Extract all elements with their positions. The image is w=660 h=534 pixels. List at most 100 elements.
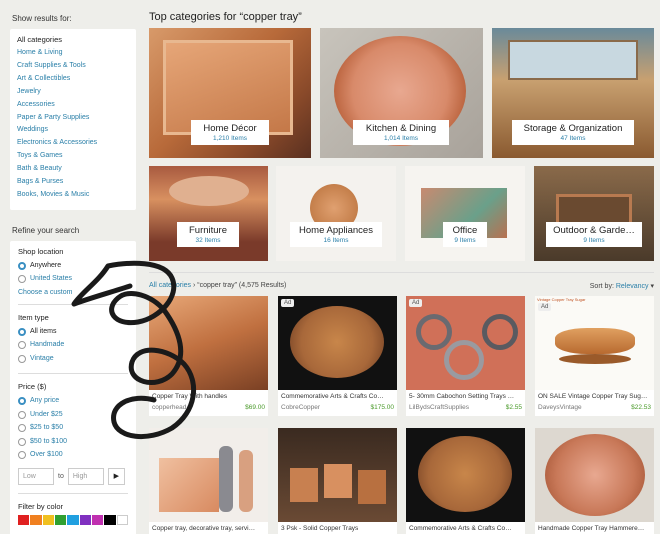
radio[interactable] [18,410,26,419]
listing-image[interactable] [535,428,654,522]
price-high-input[interactable]: High [67,467,104,485]
listing-title[interactable]: Commemorative Arts & Crafts Co… [281,393,394,400]
result-count: (4,575 Results) [238,282,287,289]
tile-count: 32 Items [195,237,221,244]
category-item[interactable]: Home & Living [17,47,129,60]
tile-label: Kitchen & Dining 1,014 Items [353,120,449,145]
divider [149,272,654,273]
category-item[interactable]: Jewelry [17,86,129,99]
chevron-down-icon[interactable]: ▾ [650,283,654,290]
listing-shop[interactable]: CobreCopper [281,404,320,411]
listing-title[interactable]: 5- 30mm Cabochon Setting Trays … [409,393,522,400]
radio-label: Any price [30,397,60,405]
radio-selected[interactable] [18,397,26,406]
listing-shop[interactable]: DaveysVintage [538,404,582,411]
color-swatch-white[interactable] [116,514,129,525]
category-item[interactable]: Art & Collectibles [17,73,129,86]
color-swatches [18,514,129,525]
listing-title[interactable]: Handmade Copper Tray Hammere… [538,525,651,532]
listing-title[interactable]: 3 Psk - Solid Copper Trays [281,525,394,532]
tile-name: Storage & Organization [523,123,623,134]
tile-label: Furniture 32 Items [177,222,239,247]
listing-image[interactable] [535,296,654,390]
price-over-100[interactable]: Over $100 [18,448,128,462]
radio-label: Under $25 [30,410,63,418]
listing-card[interactable]: Handmade Copper Tray Hammere… [535,428,654,534]
color-swatch-blue[interactable] [67,514,79,525]
listing-price: $22.53 [631,404,651,411]
color-swatch-orange[interactable] [30,514,42,525]
listing-shop[interactable]: LilBydsCraftSupplies [409,404,469,411]
category-item[interactable]: Electronics & Accessories [17,137,129,150]
category-item[interactable]: Books, Movies & Music [17,189,129,202]
listing-card[interactable]: 3 Psk - Solid Copper Trays [278,428,397,534]
listing-card[interactable]: Commemorative Arts & Crafts Co… [406,428,525,534]
tile-name: Kitchen & Dining [365,123,437,134]
category-item[interactable]: Weddings [17,124,129,137]
color-swatch-purple[interactable] [79,514,91,525]
listing-image[interactable] [406,296,525,390]
radio[interactable] [18,424,26,433]
category-tile-home-appliances[interactable]: Home Appliances 16 Items [276,166,396,261]
sort-control[interactable]: Sort by: Relevancy ▾ [590,282,654,290]
ad-badge: Ad [409,299,423,307]
radio-label: Anywhere [30,261,62,269]
category-tile-kitchen-dining[interactable]: Kitchen & Dining 1,014 Items [320,28,483,158]
category-tile-outdoor-garden[interactable]: Outdoor & Garde… 9 Items [534,166,654,261]
radio[interactable] [18,341,26,350]
listing-image[interactable] [278,428,397,522]
listing-card[interactable]: Vintage Copper Tray Sugar Ad ON SALE Vin… [535,296,654,416]
divider [18,492,128,494]
show-results-label: Show results for: [12,14,72,23]
listing-image[interactable] [406,428,525,522]
listing-image[interactable] [278,296,397,390]
ad-badge: Ad [538,303,552,311]
listing-card[interactable]: Ad Commemorative Arts & Crafts Co… Cobre… [278,296,397,416]
radio-selected[interactable] [18,327,26,336]
listing-price: $175.00 [370,404,395,411]
category-all[interactable]: All categories [17,35,129,44]
category-item[interactable]: Accessories [17,99,129,112]
category-tile-storage[interactable]: Storage & Organization 47 Items [492,28,654,158]
category-item[interactable]: Toys & Games [17,150,129,163]
listing-title[interactable]: Copper tray, decorative tray, servi… [152,525,265,532]
sort-value[interactable]: Relevancy [616,283,649,290]
listing-title[interactable]: ON SALE Vintage Copper Tray Sug… [538,393,651,400]
category-panel: All categories Home & Living Craft Suppl… [10,29,136,210]
tile-name: Outdoor & Garde… [553,225,635,236]
color-swatch-red[interactable] [18,514,30,525]
listing-price: $2.55 [505,404,522,411]
price-to-label: to [58,472,64,480]
color-swatch-green[interactable] [54,514,67,525]
radio[interactable] [18,451,26,460]
tile-name: Office [452,225,478,236]
tile-label: Storage & Organization 47 Items [512,120,634,145]
tile-count: 1,210 Items [213,135,247,142]
tile-name: Furniture [188,225,227,236]
color-title: Filter by color [18,501,64,511]
radio[interactable] [18,354,26,363]
category-item[interactable]: Paper & Party Supplies [17,112,129,125]
listing-title[interactable]: Commemorative Arts & Crafts Co… [409,525,522,532]
category-item[interactable]: Bags & Purses [17,176,129,189]
category-tile-office[interactable]: Office 9 Items [405,166,525,261]
category-tile-home-decor[interactable]: Home Décor 1,210 Items [149,28,311,158]
radio[interactable] [18,275,26,284]
category-tile-furniture[interactable]: Furniture 32 Items [149,166,268,261]
price-low-input[interactable]: Low [18,467,54,485]
price-go-button[interactable]: ▶ [107,467,125,485]
radio[interactable] [18,437,26,446]
category-item[interactable]: Bath & Beauty [17,163,129,176]
radio-label: Vintage [30,354,54,362]
radio-selected[interactable] [18,261,26,270]
color-swatch-black[interactable] [104,514,116,525]
tile-count: 16 Items [323,237,349,244]
refine-label: Refine your search [12,225,80,235]
radio-label: Handmade [30,341,65,349]
color-swatch-pink[interactable] [91,514,104,525]
listing-card[interactable]: Ad 5- 30mm Cabochon Setting Trays … LilB… [406,296,525,416]
tile-count: 47 Items [560,135,586,142]
color-swatch-yellow[interactable] [42,514,54,525]
tile-name: Home Décor [203,123,257,134]
category-item[interactable]: Craft Supplies & Tools [17,60,129,73]
